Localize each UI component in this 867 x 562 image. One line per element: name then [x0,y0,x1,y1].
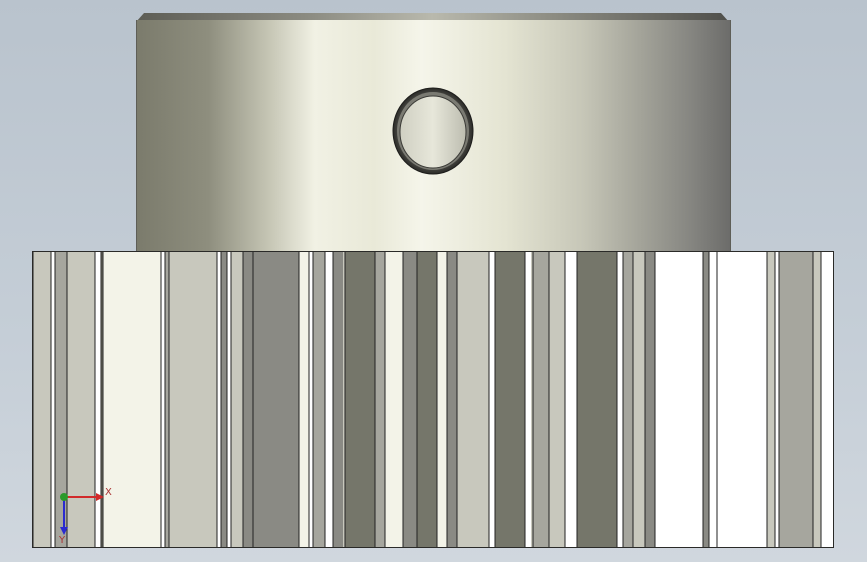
gear-tooth-face [703,252,709,547]
gear-tooth-face [325,252,333,547]
gear-tooth-face [417,252,437,547]
gear-tooth-face [489,252,495,547]
gear-tooth-face [221,252,227,547]
gear-tooth-face [217,252,221,547]
gear-tooth-face [165,252,169,547]
gear-tooth-face [633,252,645,547]
gear-tooth-face [227,252,231,547]
gear-tooth-face [565,252,577,547]
gear-tooth-face [533,252,549,547]
gear-tooth-face [309,252,313,547]
triad-origin [60,493,68,501]
gear-tooth-face [253,252,299,547]
gear-tooth-face [457,252,489,547]
coordinate-triad: X Y [58,487,112,543]
gear-tooth-face [375,252,385,547]
gear-tooth-face [313,252,325,547]
gear-tooth-face [243,252,253,547]
gear-tooth-face [617,252,623,547]
gear-tooth-face [495,252,525,547]
gear-tooth-face [655,252,703,547]
gear-tooth-face [549,252,565,547]
gear-tooth-face [403,252,417,547]
gear-tooth-face [447,252,457,547]
gear-tooth-face [33,252,51,547]
gear-tooth-face [717,252,767,547]
gear-tooth-face [709,252,717,547]
triad-x-arrow [96,493,104,501]
gear-tooth-face [821,252,833,547]
triad-y-label: Y [58,535,66,543]
gear-tooth-face [169,252,217,547]
gear-tooth-face [813,252,821,547]
triad-x-label: X [105,487,112,498]
set-screw-hole[interactable] [392,87,474,175]
gear-tooth-face [437,252,447,547]
gear-tooth-face [231,252,243,547]
gear-tooth-face [333,252,343,547]
graphics-viewport[interactable]: X Y [0,0,867,562]
gear-tooth-face [385,252,403,547]
gear-tooth-face [525,252,531,547]
gear-tooth-face [767,252,775,547]
gear-tooth-face [577,252,617,547]
gear-teeth-body[interactable] [32,251,834,548]
gear-tooth-face [623,252,633,547]
gear-teeth-stripes [33,252,833,547]
gear-tooth-face [779,252,813,547]
triad-z-arrow [60,527,68,535]
gear-tooth-face [345,252,375,547]
gear-tooth-face [161,252,165,547]
gear-tooth-face [775,252,779,547]
gear-tooth-face [299,252,309,547]
gear-tooth-face [645,252,655,547]
